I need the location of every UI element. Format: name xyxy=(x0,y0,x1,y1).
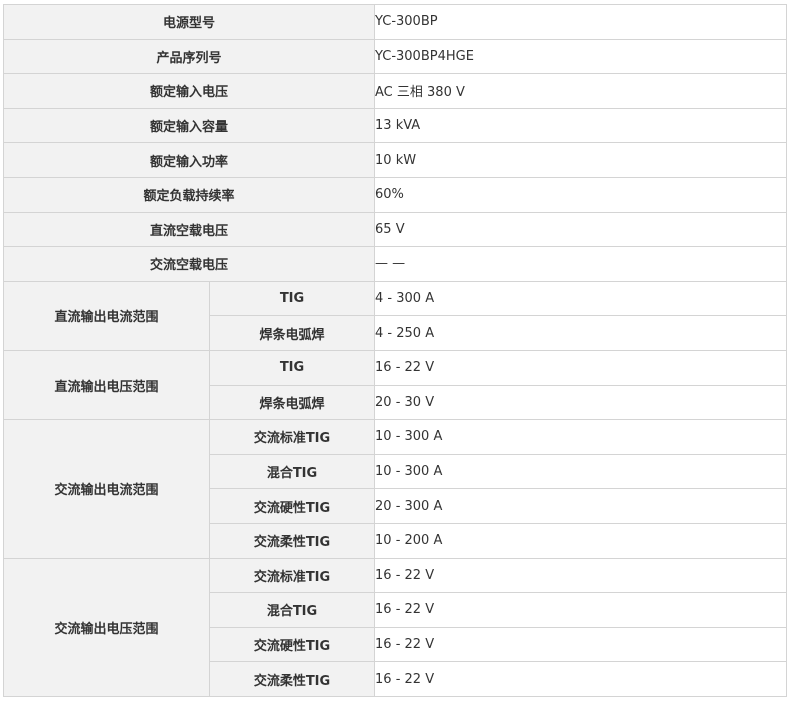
table-row: 额定输入功率 10 kW xyxy=(2,142,788,178)
table-row: 交流输出电流范围 交流标准TIG 10 - 300 A xyxy=(3,419,788,559)
row-value: 16 - 22 V xyxy=(374,349,788,386)
group-label: 交流输出电流范围 xyxy=(3,419,210,559)
row-value: 16 - 22 V xyxy=(374,557,788,594)
sub-label: 焊条电弧焊 xyxy=(208,315,376,351)
row-label: 直流空载电压 xyxy=(2,211,376,248)
row-value: 16 - 22 V xyxy=(374,661,788,697)
sub-label: 焊条电弧焊 xyxy=(208,384,376,421)
row-value: 20 - 300 A xyxy=(374,488,788,524)
table-row: 额定负载持续率 60% xyxy=(2,176,788,213)
table-row: 交流输出电压范围 交流标准TIG 16 - 22 V xyxy=(3,557,788,697)
row-label: 电源型号 xyxy=(2,4,376,40)
sub-label: TIG xyxy=(208,280,376,317)
spec-table: 电源型号 YC-300BP 产品序列号 YC-300BP4HGE 额定输入电压 … xyxy=(2,4,788,697)
row-label: 额定输入功率 xyxy=(2,142,376,178)
row-value: 16 - 22 V xyxy=(374,592,788,628)
row-value: 20 - 30 V xyxy=(374,384,788,421)
table-row: 直流空载电压 65 V xyxy=(2,211,788,248)
row-value: 4 - 300 A xyxy=(374,280,788,317)
table-row: 额定输入容量 13 kVA xyxy=(2,107,788,144)
row-value: 16 - 22 V xyxy=(374,626,788,663)
row-value: 60% xyxy=(374,176,788,213)
table-row: 额定输入电压 AC 三相 380 V xyxy=(2,73,788,109)
group-label: 直流输出电压范围 xyxy=(3,349,210,421)
sub-label: 交流硬性TIG xyxy=(208,626,376,663)
row-value: 10 - 300 A xyxy=(374,419,788,455)
sub-label: 交流标准TIG xyxy=(208,557,376,594)
group-label: 交流输出电压范围 xyxy=(3,557,210,697)
row-value: 10 - 300 A xyxy=(374,453,788,490)
table-row: 直流输出电压范围 TIG 16 - 22 V xyxy=(3,349,788,421)
row-value: 65 V xyxy=(374,211,788,248)
row-label: 产品序列号 xyxy=(2,38,376,75)
row-value: AC 三相 380 V xyxy=(374,73,788,109)
table-row: 产品序列号 YC-300BP4HGE xyxy=(2,38,788,75)
row-value: 4 - 250 A xyxy=(374,315,788,351)
row-value: 10 kW xyxy=(374,142,788,178)
row-value: 10 - 200 A xyxy=(374,522,788,559)
row-value: YC-300BP4HGE xyxy=(374,38,788,75)
sub-label: 交流柔性TIG xyxy=(208,522,376,559)
sub-label: 混合TIG xyxy=(208,453,376,490)
row-label: 额定输入容量 xyxy=(2,107,376,144)
sub-label: 交流柔性TIG xyxy=(208,661,376,697)
sub-label: TIG xyxy=(208,349,376,386)
sub-label: 交流标准TIG xyxy=(208,419,376,455)
group-label: 直流输出电流范围 xyxy=(3,280,210,351)
sub-label: 混合TIG xyxy=(208,592,376,628)
row-value: YC-300BP xyxy=(374,4,788,40)
table-row: 交流空载电压 — — xyxy=(2,246,788,282)
sub-label: 交流硬性TIG xyxy=(208,488,376,524)
row-value: 13 kVA xyxy=(374,107,788,144)
table-row: 直流输出电流范围 TIG 4 - 300 A xyxy=(3,280,788,351)
row-label: 额定输入电压 xyxy=(2,73,376,109)
row-value: — — xyxy=(374,246,788,282)
table-row: 电源型号 YC-300BP xyxy=(2,4,788,40)
row-label: 额定负载持续率 xyxy=(2,176,376,213)
row-label: 交流空载电压 xyxy=(2,246,376,282)
